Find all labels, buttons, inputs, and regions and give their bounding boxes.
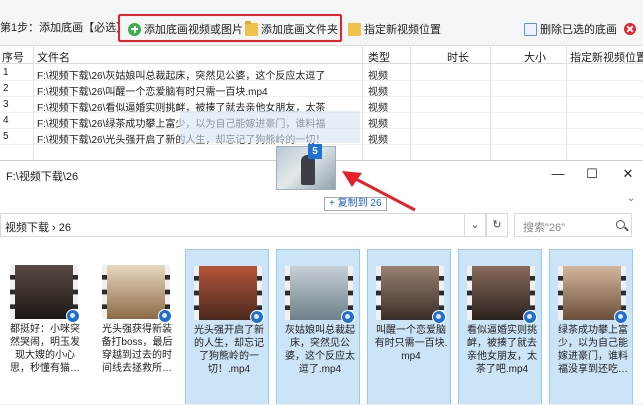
file-explorer-window: F:\视频下载\26 — ☐ ✕ ⌄ 视频下载 › 26 ⌄ ↻ 搜索"26" …	[0, 160, 643, 405]
folder-icon	[245, 20, 258, 36]
video-file-icon	[432, 310, 446, 324]
table-row[interactable]: 2 F:\视频下载\26\叫醒一个恋爱脑有时只需一百块.mp4 视频	[0, 81, 643, 98]
row-no: 2	[3, 83, 9, 94]
file-tile-selected[interactable]: 绿茶成功攀上富少，以为自己能嫁进豪门，谁料福没享到还吃…	[549, 249, 633, 405]
red-arrow-annotation	[342, 171, 416, 212]
address-bar[interactable]: 视频下载 › 26	[0, 213, 508, 237]
col-position[interactable]: 指定新视频位置	[570, 49, 643, 65]
row-no: 4	[3, 115, 9, 126]
row-no: 5	[3, 131, 9, 142]
col-name[interactable]: 文件名	[37, 49, 70, 65]
row-type: 视频	[368, 119, 388, 130]
file-tile[interactable]: 光头强获得新装备打boss，最后穿越到过去的时间线去拯救所…	[94, 249, 178, 405]
add-media-button[interactable]: 添加底画视频或图片	[128, 19, 243, 39]
set-position-label: 指定新视频位置	[364, 24, 441, 36]
row-filename: F:\视频下载\26\叫醒一个恋爱脑有时只需一百块.mp4	[37, 87, 268, 98]
search-input[interactable]: 搜索"26"	[514, 213, 632, 237]
file-name: 绿茶成功攀上富少，以为自己能嫁进豪门，谁料福没享到还吃…	[558, 325, 628, 375]
close-icon[interactable]	[624, 23, 636, 35]
address-dropdown-button[interactable]: ⌄	[464, 213, 486, 237]
drag-preview-thumbnail	[276, 146, 336, 190]
row-no: 3	[3, 99, 9, 110]
add-folder-button[interactable]: 添加底画文件夹	[245, 19, 338, 39]
folder-pin-icon	[348, 22, 361, 36]
file-tile-selected[interactable]: 灰姑娘叫总裁起床，突然见公婆，这个反应太逗了.mp4	[276, 249, 360, 405]
set-position-button[interactable]: 指定新视频位置	[348, 19, 441, 39]
file-name: 叫醒一个恋爱脑有时只需一百块.mp4	[374, 325, 448, 362]
file-name: 光头强开启了新的人生，却忘记了狗熊岭的一切！.mp4	[194, 325, 264, 375]
col-size[interactable]: 大小	[524, 49, 546, 65]
col-no[interactable]: 序号	[2, 49, 24, 65]
row-type: 视频	[368, 71, 388, 82]
row-type: 视频	[368, 87, 388, 98]
plus-circle-icon	[128, 22, 141, 36]
col-duration[interactable]: 时长	[447, 49, 469, 65]
search-placeholder: 搜索"26"	[523, 222, 566, 234]
col-type[interactable]: 类型	[368, 49, 390, 65]
video-file-icon	[614, 310, 628, 324]
file-name: 看似逼婚实则挑衅，被揍了就去亲他女朋友，太茶了吧.mp4	[467, 325, 537, 375]
row-type: 视频	[368, 103, 388, 114]
drag-ghost-highlight	[180, 111, 360, 143]
file-tile-selected[interactable]: 看似逼婚实则挑衅，被揍了就去亲他女朋友，太茶了吧.mp4	[458, 249, 542, 405]
file-tile-selected[interactable]: 光头强开启了新的人生，却忘记了狗熊岭的一切！.mp4	[185, 249, 269, 405]
file-name: 光头强获得新装备打boss，最后穿越到过去的时间线去拯救所…	[101, 324, 173, 374]
maximize-button[interactable]: ☐	[582, 165, 602, 183]
explorer-title: F:\视频下载\26	[6, 171, 79, 183]
toolbar: 第1步：添加底画【必选】 添加底画视频或图片 添加底画文件夹 指定新视频位置 删…	[0, 0, 643, 46]
video-file-icon	[250, 310, 264, 324]
file-tile[interactable]: 都挺好：小咪突然哭闹，明玉发现大嫂的小心思，秒懂有猫…	[2, 249, 86, 405]
add-media-label: 添加底画视频或图片	[144, 24, 243, 36]
grid-header: 序号 文件名 类型 时长 大小 指定新视频位置	[0, 46, 643, 64]
table-row[interactable]: 1 F:\视频下载\26\灰姑娘叫总裁起床，突然见公婆，这个反应太逗了 视频	[0, 65, 643, 82]
delete-icon	[524, 22, 537, 36]
row-no: 1	[3, 67, 9, 78]
minimize-button[interactable]: —	[548, 165, 568, 183]
file-name: 都挺好：小咪突然哭闹，明玉发现大嫂的小心思，秒懂有猫…	[10, 324, 80, 374]
drag-count-badge: 5	[308, 144, 322, 159]
video-file-icon	[66, 309, 80, 323]
delete-selected-button[interactable]: 删除已选的底画	[524, 19, 617, 39]
video-file-icon	[523, 310, 537, 324]
video-file-icon	[341, 310, 355, 324]
file-tile-selected[interactable]: 叫醒一个恋爱脑有时只需一百块.mp4	[367, 249, 451, 405]
video-file-icon	[158, 309, 172, 323]
refresh-button[interactable]: ↻	[486, 213, 508, 237]
file-name: 灰姑娘叫总裁起床，突然见公婆，这个反应太逗了.mp4	[285, 325, 355, 375]
search-icon	[616, 220, 625, 229]
ribbon-expand-icon[interactable]: ⌄	[627, 193, 635, 204]
step-label: 第1步：添加底画【必选】	[0, 22, 128, 34]
row-filename: F:\视频下载\26\灰姑娘叫总裁起床，突然见公婆，这个反应太逗了	[37, 71, 326, 82]
drag-preview-figure	[301, 155, 315, 185]
row-type: 视频	[368, 135, 388, 146]
close-window-button[interactable]: ✕	[618, 165, 638, 183]
delete-selected-label: 删除已选的底画	[540, 24, 617, 36]
add-folder-label: 添加底画文件夹	[261, 24, 338, 36]
breadcrumb: 视频下载 › 26	[5, 222, 72, 234]
